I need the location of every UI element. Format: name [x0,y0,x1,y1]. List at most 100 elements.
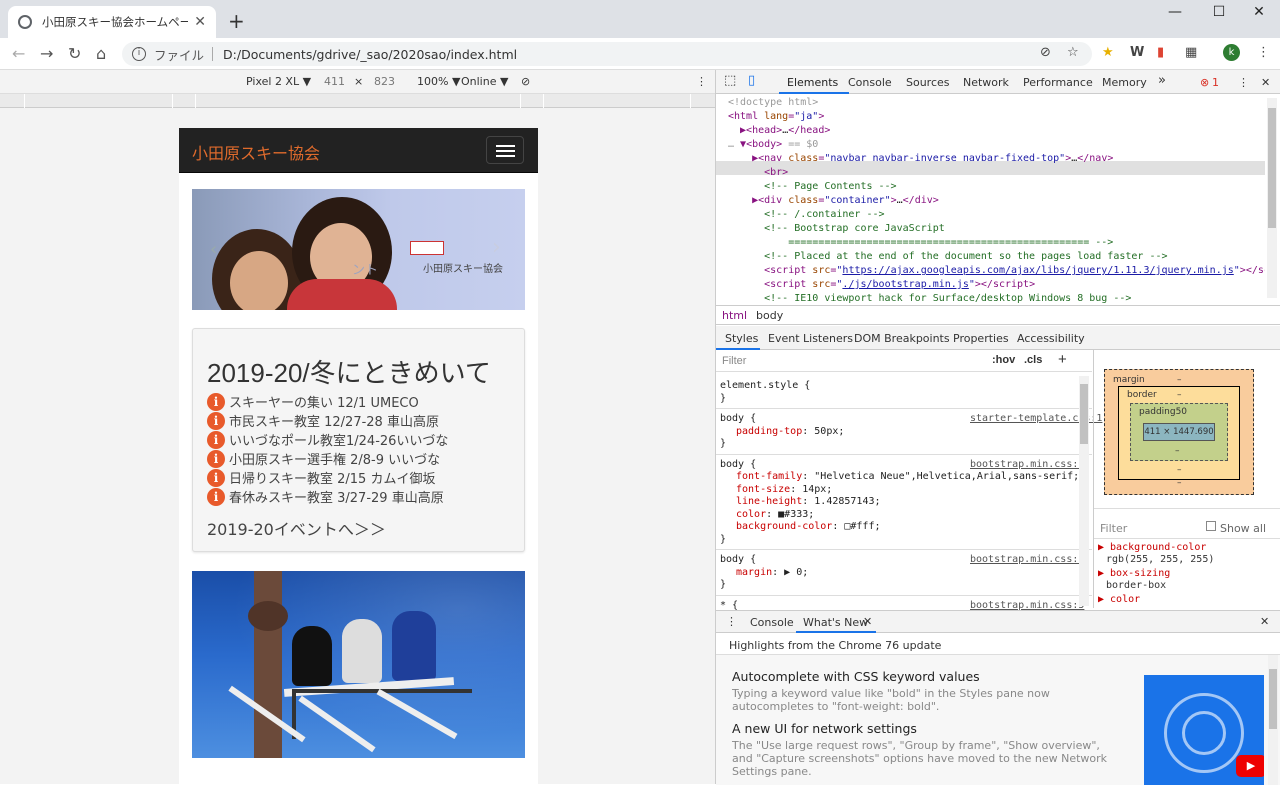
chrome-video-thumbnail[interactable]: ▶ [1144,675,1264,785]
dom-tree-line[interactable]: ========================================… [728,236,1113,250]
height-input[interactable]: 823 [374,75,395,88]
breadcrumb-html[interactable]: html [722,309,747,322]
photo-carousel[interactable]: ‹ › ント 小田原スキー協会 [192,189,525,310]
browser-tab[interactable]: 小田原スキー協会ホームページ ✕ [8,6,216,38]
drawer-menu-icon[interactable]: ⋮ [726,615,737,628]
tab-memory[interactable]: Memory [1102,76,1147,89]
dom-tree-line[interactable]: <!-- Page Contents --> [728,180,896,194]
dom-tree-line[interactable]: <script src="https://ajax.googleapis.com… [728,264,1265,278]
new-tab-button[interactable]: + [228,9,245,33]
reload-icon[interactable]: ↻ [68,44,81,63]
menu-icon[interactable]: ⋮ [1257,45,1270,60]
address-bar[interactable]: i ファイル D:/Documents/gdrive/_sao/2020sao/… [122,42,1092,66]
computed-property[interactable]: ▶ background-color [1098,542,1206,553]
inspect-icon[interactable]: ⬚ [724,73,736,88]
rotate-icon[interactable]: ⊘ [521,75,530,88]
scrollbar[interactable] [1268,655,1278,785]
w-extension-icon[interactable]: W [1130,45,1144,60]
dom-tree-line[interactable]: <script src="./js/bootstrap.min.js"></sc… [728,278,1035,292]
minimize-button[interactable]: — [1160,4,1190,20]
carousel-prev-icon[interactable]: ‹ [210,239,217,260]
back-icon[interactable]: ← [12,44,25,63]
style-declaration[interactable]: color: ■#333; [736,509,814,521]
dom-tree-line[interactable]: ▶<head>…</head> [728,124,830,138]
style-rule-selector[interactable]: element.style { [720,380,1075,392]
dom-tree-line[interactable]: <html lang="ja"> [728,110,824,124]
style-source-link[interactable]: bootstrap.min.css:5 [970,459,1084,471]
tab-sources[interactable]: Sources [906,76,950,89]
style-rule-close[interactable]: } [720,534,726,546]
show-all-checkbox[interactable] [1206,521,1216,531]
device-select[interactable]: Pixel 2 XL ▼ [246,75,311,88]
tab-event-listeners[interactable]: Event Listeners [768,332,853,345]
style-declaration[interactable]: font-size: 14px; [736,484,832,496]
zoom-select[interactable]: 100% ▼ [417,75,460,88]
dom-tree-line[interactable]: <!-- /.container --> [728,208,884,222]
style-declaration[interactable]: background-color: □#fff; [736,521,881,533]
drawer-tab-whats-new[interactable]: What's New [803,616,868,629]
tab-performance[interactable]: Performance [1023,76,1093,89]
more-tabs-icon[interactable]: » [1158,73,1166,88]
list-item[interactable]: i 小田原スキー選手権 2/8-9 いいづな [207,449,440,468]
style-source-link[interactable]: bootstrap.min.css:5 [970,554,1084,566]
media-query-bar[interactable] [0,94,715,108]
scrollbar[interactable] [1267,98,1277,298]
list-item[interactable]: i 春休みスキー教室 3/27-29 車山高原 [207,487,444,506]
style-rule-selector[interactable]: body {bootstrap.min.css:5 [720,459,1084,471]
carousel-next-icon[interactable]: › [492,235,501,260]
news-item[interactable]: Autocomplete with CSS keyword values Typ… [732,669,1112,713]
tab-dom-breakpoints[interactable]: DOM Breakpoints [854,332,950,345]
device-more-icon[interactable]: ⋮ [696,75,707,88]
tab-styles[interactable]: Styles [725,332,758,345]
styles-filter-input[interactable]: Filter [722,355,746,367]
hov-button[interactable]: :hov [992,354,1015,366]
style-declaration[interactable]: line-height: 1.42857143; [736,496,881,508]
devtools-close-icon[interactable]: ✕ [1261,76,1270,89]
list-item[interactable]: i 市民スキー教室 12/27-28 車山高原 [207,411,439,430]
style-rule-selector[interactable]: body {starter-template.css:1 [720,413,1102,425]
devtools-menu-icon[interactable]: ⋮ [1238,76,1249,89]
width-input[interactable]: 411 [324,75,345,88]
office-icon[interactable]: ▮ [1157,45,1164,60]
dom-tree-line[interactable]: … ▼<body> == $0 [728,138,818,152]
tab-elements[interactable]: Elements [787,76,838,89]
dom-tree-line[interactable]: <!-- Placed at the end of the document s… [728,250,1167,264]
breadcrumb-body[interactable]: body [756,309,783,322]
computed-property[interactable]: ▶ color [1098,594,1140,605]
dom-tree-line[interactable]: ▶<nav class="navbar navbar-inverse navba… [728,152,1113,166]
close-tab-icon[interactable]: ✕ [194,14,206,30]
computed-filter-input[interactable]: Filter [1100,522,1127,535]
drawer-close-icon[interactable]: ✕ [1260,615,1269,628]
style-rule-close[interactable]: } [720,438,726,450]
news-item[interactable]: A new UI for network settings The "Use l… [732,721,1112,778]
dom-tree-line[interactable]: <!-- Bootstrap core JavaScript [728,222,945,236]
tab-network[interactable]: Network [963,76,1009,89]
bookmark-star-icon[interactable]: ☆ [1067,45,1079,60]
cls-button[interactable]: .cls [1024,354,1042,366]
style-rule-close[interactable]: } [720,579,726,591]
network-select[interactable]: Online ▼ [461,75,508,88]
style-declaration[interactable]: margin: ▶ 0; [736,567,808,579]
maximize-button[interactable]: ☐ [1204,4,1234,20]
list-item[interactable]: i 日帰りスキー教室 2/15 カムイ御坂 [207,468,435,487]
dom-tree-line[interactable]: ▶<div class="container">…</div> [728,194,939,208]
profile-avatar[interactable]: k [1223,44,1240,61]
extension-star-icon[interactable]: ★ [1102,45,1114,60]
computed-property[interactable]: ▶ box-sizing [1098,568,1170,579]
list-item[interactable]: i いいづなポール教室1/24-26いいづな [207,430,448,449]
dom-tree[interactable]: <!doctype html> <html lang="ja"> ▶<head>…… [716,94,1265,305]
scrollbar[interactable] [1079,376,1089,606]
list-item[interactable]: i スキーヤーの集い 12/1 UMECO [207,392,419,411]
blocked-icon[interactable]: ⊘ [1040,45,1051,60]
site-brand[interactable]: 小田原スキー協会 [192,140,320,164]
info-icon[interactable]: i [132,47,146,61]
tab-accessibility[interactable]: Accessibility [1017,332,1085,345]
style-rule-selector[interactable]: body {bootstrap.min.css:5 [720,554,1084,566]
style-declaration[interactable]: font-family: "Helvetica Neue",Helvetica,… [736,471,1079,483]
dom-tree-line[interactable]: <br> [728,166,788,180]
style-declaration[interactable]: padding-top: 50px; [736,426,844,438]
forward-icon[interactable]: → [40,44,53,63]
style-rule-close[interactable]: } [720,393,726,405]
home-icon[interactable]: ⌂ [96,44,106,63]
qr-icon[interactable]: ▦ [1185,45,1197,60]
